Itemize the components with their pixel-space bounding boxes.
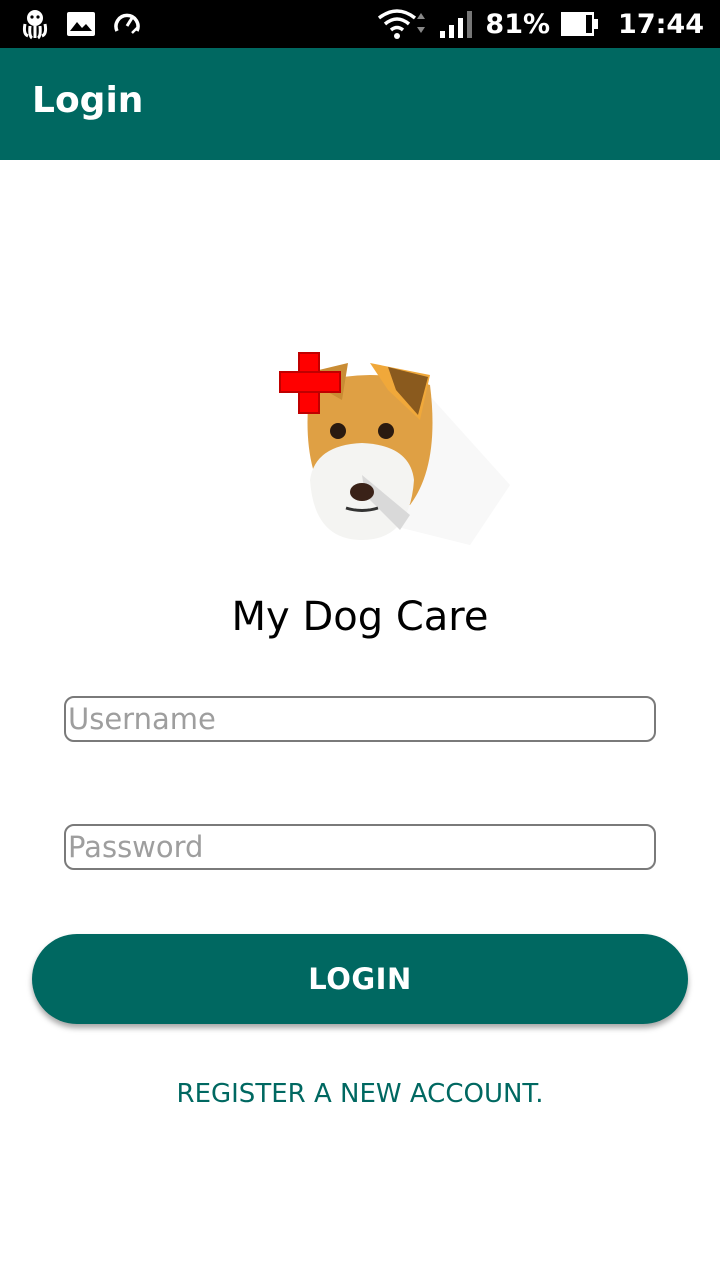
username-input[interactable] bbox=[66, 698, 654, 740]
wifi-icon bbox=[377, 7, 429, 41]
dog-first-aid-logo bbox=[270, 345, 520, 585]
clock: 17:44 bbox=[618, 8, 704, 40]
login-button[interactable]: LOGIN bbox=[32, 934, 688, 1024]
battery-icon bbox=[560, 10, 600, 38]
app-name: My Dog Care bbox=[231, 594, 489, 640]
page-title: Login bbox=[32, 80, 144, 121]
login-button-label: LOGIN bbox=[308, 962, 412, 996]
username-field-container bbox=[64, 696, 656, 742]
signal-icon bbox=[439, 9, 475, 39]
app-bar: Login bbox=[0, 48, 720, 160]
status-bar: 81% 17:44 bbox=[0, 0, 720, 48]
speed-icon bbox=[112, 9, 142, 39]
password-input[interactable] bbox=[66, 826, 654, 868]
battery-percent: 81% bbox=[485, 8, 551, 40]
register-link[interactable]: REGISTER A NEW ACCOUNT. bbox=[0, 1079, 720, 1109]
password-field-container bbox=[64, 824, 656, 870]
image-icon bbox=[66, 11, 96, 37]
octopus-icon bbox=[20, 8, 50, 40]
